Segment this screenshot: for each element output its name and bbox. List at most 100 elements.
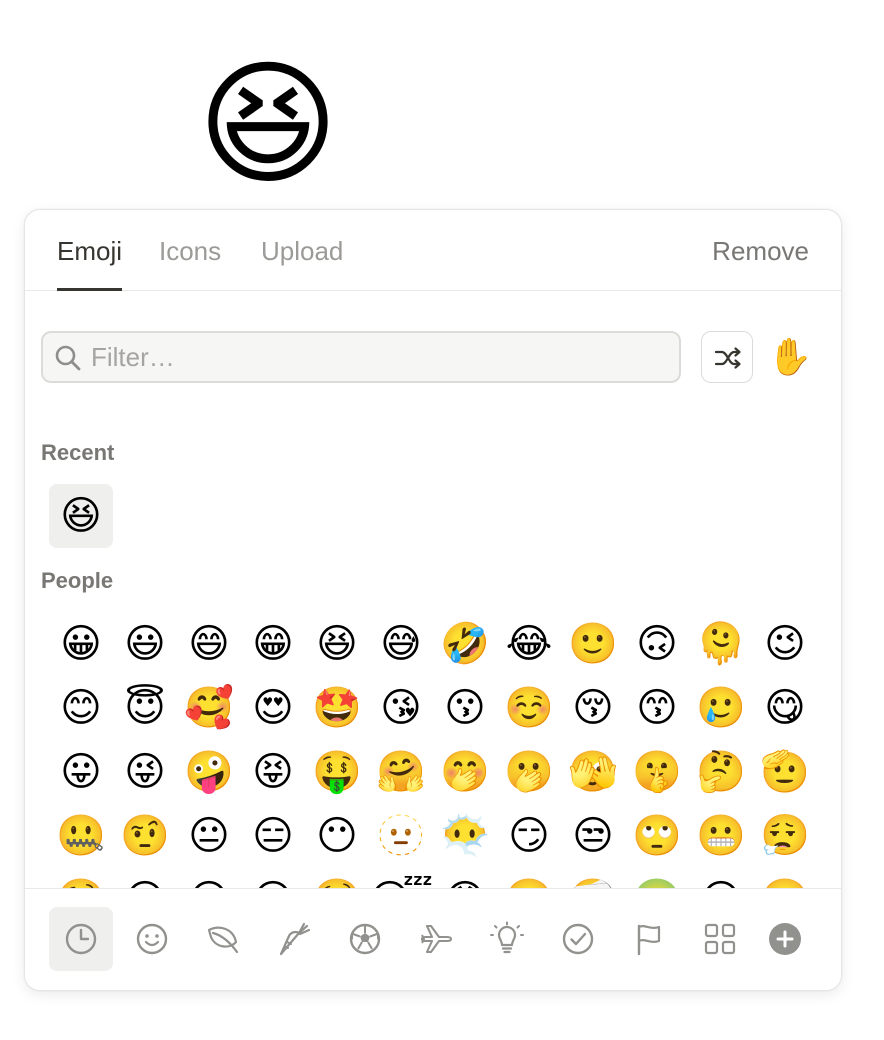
- emoji-cell[interactable]: 😛: [49, 740, 113, 804]
- emoji-cell[interactable]: 😆: [305, 612, 369, 676]
- skin-tone-button[interactable]: ✋: [767, 334, 813, 380]
- category-add-button[interactable]: [753, 907, 817, 971]
- emoji-cell[interactable]: 🥰: [177, 676, 241, 740]
- emoji-cell[interactable]: 🤪: [177, 740, 241, 804]
- emoji-cell[interactable]: 😂: [497, 612, 561, 676]
- recent-emoji[interactable]: 😆: [49, 484, 113, 548]
- emoji-cell[interactable]: 🙃: [625, 612, 689, 676]
- emoji-cell[interactable]: 😊: [49, 676, 113, 740]
- emoji-cell[interactable]: 😪: [241, 868, 305, 888]
- emoji-cell[interactable]: 😝: [241, 740, 305, 804]
- emoji-cell[interactable]: ☺️: [497, 676, 561, 740]
- flag-icon: [637, 924, 661, 956]
- emoji-cell[interactable]: 🫢: [497, 740, 561, 804]
- page: 😆 Emoji Icons Upload Remove ✋ Re: [0, 0, 884, 1040]
- emoji-cell[interactable]: 🤭: [433, 740, 497, 804]
- emoji-cell[interactable]: 🤫: [625, 740, 689, 804]
- emoji-cell[interactable]: 😙: [625, 676, 689, 740]
- clock-icon: [65, 923, 97, 955]
- random-emoji-button[interactable]: [701, 331, 753, 383]
- tab-icons[interactable]: Icons: [159, 234, 221, 290]
- emoji-cell[interactable]: 🤕: [561, 868, 625, 888]
- category-activity-button[interactable]: [333, 907, 397, 971]
- people-emoji-grid: 😀 😃 😄 😁 😆 😅 🤣 😂 🙂 🙃 🫠 😉 😊 😇 🥰 😍 🤩 😘 😗 ☺️ 😚 😙 🥲 😋 😛 😜 🤪 😝 🤑 🤗 🤭 🫢 🫣 🤫 🤔 🫡 🤐 🤨 😐…: [49, 612, 817, 888]
- filter-box[interactable]: [41, 331, 681, 383]
- section-label-people: People: [41, 568, 114, 593]
- emoji-cell[interactable]: 😶: [305, 804, 369, 868]
- category-custom-button[interactable]: [688, 907, 752, 971]
- search-icon: [55, 345, 81, 371]
- emoji-cell[interactable]: 😒: [561, 804, 625, 868]
- emoji-cell[interactable]: 😔: [177, 868, 241, 888]
- emoji-cell[interactable]: 😋: [753, 676, 817, 740]
- carrot-icon: [279, 922, 311, 956]
- emoji-cell[interactable]: 🤗: [369, 740, 433, 804]
- category-symbols-button[interactable]: [546, 907, 610, 971]
- emoji-cell[interactable]: 😷: [433, 868, 497, 888]
- plus-circle-icon: [769, 923, 801, 955]
- shuffle-icon: [714, 347, 741, 369]
- emoji-cell[interactable]: 😅: [369, 612, 433, 676]
- lightbulb-icon: [490, 921, 524, 954]
- emoji-cell[interactable]: 🤒: [497, 868, 561, 888]
- check-circle-icon: [562, 923, 594, 955]
- emoji-cell[interactable]: 😇: [113, 676, 177, 740]
- emoji-cell[interactable]: 🤩: [305, 676, 369, 740]
- emoji-cell[interactable]: 😐: [177, 804, 241, 868]
- tab-emoji[interactable]: Emoji: [57, 234, 123, 291]
- emoji-cell[interactable]: 🤢: [625, 868, 689, 888]
- emoji-cell[interactable]: 🙂: [561, 612, 625, 676]
- emoji-cell[interactable]: 😌: [113, 868, 177, 888]
- emoji-cell[interactable]: 🤔: [689, 740, 753, 804]
- emoji-cell[interactable]: 🙄: [625, 804, 689, 868]
- category-bar: [25, 888, 841, 990]
- emoji-cell[interactable]: 🤥: [49, 868, 113, 888]
- emoji-cell[interactable]: 🫠: [689, 612, 753, 676]
- emoji-cell[interactable]: 🫣: [561, 740, 625, 804]
- category-food-button[interactable]: [262, 907, 326, 971]
- emoji-cell[interactable]: 😁: [241, 612, 305, 676]
- page-icon-emoji[interactable]: 😆: [188, 44, 348, 204]
- smiley-icon: [136, 923, 168, 955]
- emoji-cell[interactable]: 😜: [113, 740, 177, 804]
- emoji-cell[interactable]: 😏: [497, 804, 561, 868]
- category-nature-button[interactable]: [191, 907, 255, 971]
- emoji-cell[interactable]: 🤐: [49, 804, 113, 868]
- emoji-cell[interactable]: 🥴: [753, 868, 817, 888]
- section-label-recent: Recent: [41, 440, 115, 465]
- emoji-cell[interactable]: 😴: [369, 868, 433, 888]
- emoji-scroll-area[interactable]: Recent 😆 People 😀 😃 😄 😁 😆 😅 🤣 😂 🙂 🙃 🫠 😉 😊 😇 🥰 😍 🤩 😘 😗 ☺️ 😚 😙 🥲…: [25, 420, 841, 888]
- tab-upload[interactable]: Upload: [261, 234, 343, 290]
- emoji-cell[interactable]: 😵: [689, 868, 753, 888]
- emoji-cell[interactable]: 😗: [433, 676, 497, 740]
- emoji-cell[interactable]: 🥲: [689, 676, 753, 740]
- emoji-picker: Emoji Icons Upload Remove ✋ Recent 😆: [24, 209, 842, 991]
- emoji-cell[interactable]: 😑: [241, 804, 305, 868]
- emoji-cell[interactable]: 🫡: [753, 740, 817, 804]
- emoji-cell[interactable]: 😍: [241, 676, 305, 740]
- category-travel-button[interactable]: [404, 907, 468, 971]
- emoji-cell[interactable]: 😚: [561, 676, 625, 740]
- emoji-cell[interactable]: 😀: [49, 612, 113, 676]
- airplane-icon: [420, 924, 453, 954]
- emoji-cell[interactable]: 😄: [177, 612, 241, 676]
- remove-button[interactable]: Remove: [712, 234, 809, 268]
- category-recent-button[interactable]: [49, 907, 113, 971]
- emoji-cell[interactable]: 🫥: [369, 804, 433, 868]
- emoji-cell[interactable]: 🤣: [433, 612, 497, 676]
- soccer-ball-icon: [349, 923, 381, 955]
- emoji-cell[interactable]: 😉: [753, 612, 817, 676]
- emoji-cell[interactable]: 😶‍🌫️: [433, 804, 497, 868]
- emoji-cell[interactable]: 😬: [689, 804, 753, 868]
- emoji-cell[interactable]: 🤨: [113, 804, 177, 868]
- emoji-cell[interactable]: 😘: [369, 676, 433, 740]
- emoji-cell[interactable]: 🤤: [305, 868, 369, 888]
- picker-tabbar: Emoji Icons Upload Remove: [25, 210, 841, 291]
- emoji-cell[interactable]: 🤑: [305, 740, 369, 804]
- category-flags-button[interactable]: [617, 907, 681, 971]
- category-objects-button[interactable]: [475, 907, 539, 971]
- filter-input[interactable]: [91, 333, 671, 381]
- emoji-cell[interactable]: 😃: [113, 612, 177, 676]
- category-people-button[interactable]: [120, 907, 184, 971]
- emoji-cell[interactable]: 😮‍💨: [753, 804, 817, 868]
